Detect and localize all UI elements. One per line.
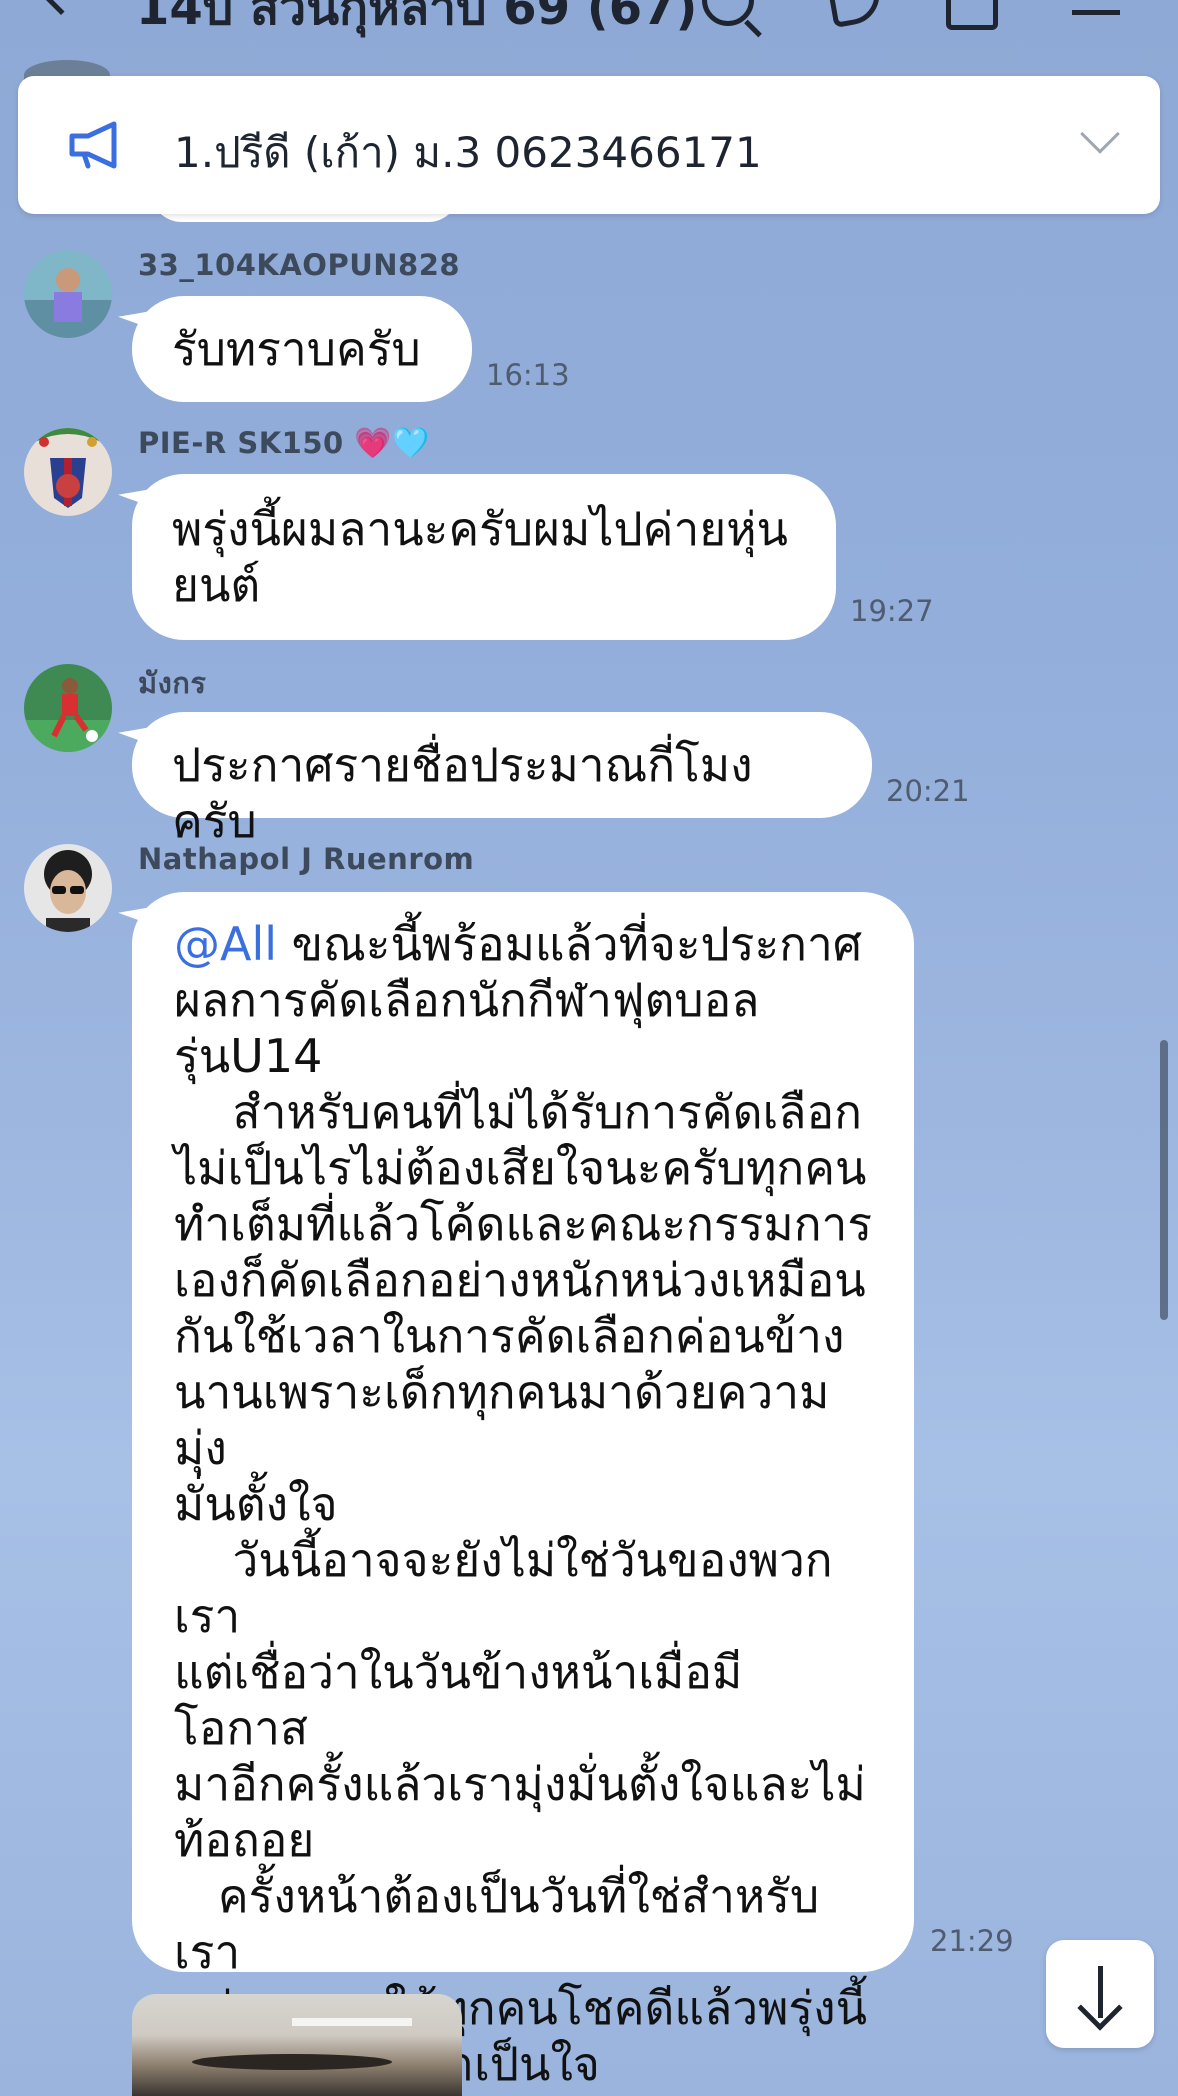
- avatar[interactable]: [24, 844, 112, 932]
- message-text: รับทราบครับ: [172, 322, 421, 376]
- timestamp: 19:27: [850, 594, 934, 628]
- search-icon[interactable]: [702, 0, 754, 26]
- text-line: แต่เชื่อว่าในวันข้างหน้าเมื่อมีโอกาส: [174, 1645, 743, 1755]
- timestamp: 21:29: [930, 1924, 1014, 1958]
- chevron-down-icon[interactable]: [1080, 114, 1120, 154]
- message-bubble[interactable]: พรุ่งนี้ผมลานะครับผมไปค่ายหุ่นยนต์: [132, 474, 836, 640]
- announcement-text: 1.ปรีดี (เก้า) ม.3 0623466171: [174, 128, 762, 177]
- timestamp: 16:13: [486, 358, 570, 392]
- message-text: พรุ่งนี้ผมลานะครับผมไปค่ายหุ่นยนต์: [172, 502, 788, 612]
- text-line: ครั้งหน้าต้องเป็นวันที่ใช่สำหรับเรา: [174, 1869, 820, 1979]
- timestamp: 20:21: [886, 774, 970, 808]
- message-bubble[interactable]: รับทราบครับ: [132, 296, 472, 402]
- sender-name-text: PIE-R SK150: [138, 426, 344, 460]
- text-line: ท้อถอย: [174, 1813, 315, 1867]
- menu-icon[interactable]: [1072, 10, 1120, 15]
- chat-header: 14บ สวนกุหลาบ 69 (67): [0, 0, 1178, 40]
- image-message-preview[interactable]: [132, 1994, 462, 2096]
- heart-emoji: 💗🩵: [354, 426, 431, 461]
- text-line: มาอีกครั้งแล้วเรามุ่งมั่นตั้งใจและไม่: [174, 1757, 866, 1811]
- text-line: ผลการคัดเลือกนักกีฬาฟุตบอล: [174, 973, 760, 1027]
- sender-name: มังกร: [138, 666, 207, 700]
- text-line: ทำเต็มที่แล้วโค้ดและคณะกรรมการ: [174, 1197, 873, 1251]
- note-icon[interactable]: [946, 0, 998, 30]
- avatar[interactable]: [24, 428, 112, 516]
- scrollbar[interactable]: [1160, 1040, 1168, 1320]
- message-bubble[interactable]: @All ขณะนี้พร้อมแล้วที่จะประกาศ ผลการคัด…: [132, 892, 914, 2091]
- sender-name: 33_104KAOPUN828: [138, 248, 461, 282]
- ceiling-lamp: [192, 2054, 392, 2070]
- chat-title: 14บ สวนกุหลาบ 69 (67): [136, 0, 698, 36]
- text-line: กันใช้เวลาในการคัดเลือกค่อนข้าง: [174, 1309, 845, 1363]
- text-line: วันนี้อาจจะยังไม่ใช่วันของพวกเรา: [174, 1533, 833, 1643]
- text-line: เองก็คัดเลือกอย่างหนักหน่วงเหมือน: [174, 1253, 866, 1307]
- text-line: รุ่นU14: [174, 1029, 323, 1083]
- ceiling-light: [292, 2018, 412, 2026]
- avatar[interactable]: [24, 250, 112, 338]
- text-line: สำหรับคนที่ไม่ได้รับการคัดเลือก: [174, 1085, 862, 1139]
- scroll-to-bottom-button[interactable]: [1046, 1940, 1154, 2048]
- sender-name: Nathapol J Ruenrom: [138, 842, 475, 876]
- back-icon[interactable]: [36, 0, 86, 16]
- text-line: นานเพราะเด็กทุกคนมาด้วยความมุ่ง: [174, 1365, 830, 1475]
- text-line: ขณะนี้พร้อมแล้วที่จะประกาศ: [277, 917, 863, 971]
- message-text: ประกาศรายชื่อประมาณกี่โมงครับ: [172, 738, 753, 848]
- message-text: @All ขณะนี้พร้อมแล้วที่จะประกาศ ผลการคัด…: [174, 916, 874, 2092]
- announcement-banner[interactable]: 1.ปรีดี (เก้า) ม.3 0623466171: [18, 76, 1160, 214]
- avatar[interactable]: [24, 664, 112, 752]
- megaphone-icon: [69, 121, 117, 169]
- message-bubble[interactable]: ประกาศรายชื่อประมาณกี่โมงครับ: [132, 712, 872, 848]
- sender-name: PIE-R SK150 💗🩵: [138, 426, 430, 461]
- text-line: ไม่เป็นไรไม่ต้องเสียใจนะครับทุกคน: [174, 1141, 867, 1195]
- mention-all[interactable]: @All: [174, 917, 277, 971]
- text-line: มั่นตั้งใจ: [174, 1477, 338, 1531]
- phone-icon[interactable]: [826, 0, 884, 28]
